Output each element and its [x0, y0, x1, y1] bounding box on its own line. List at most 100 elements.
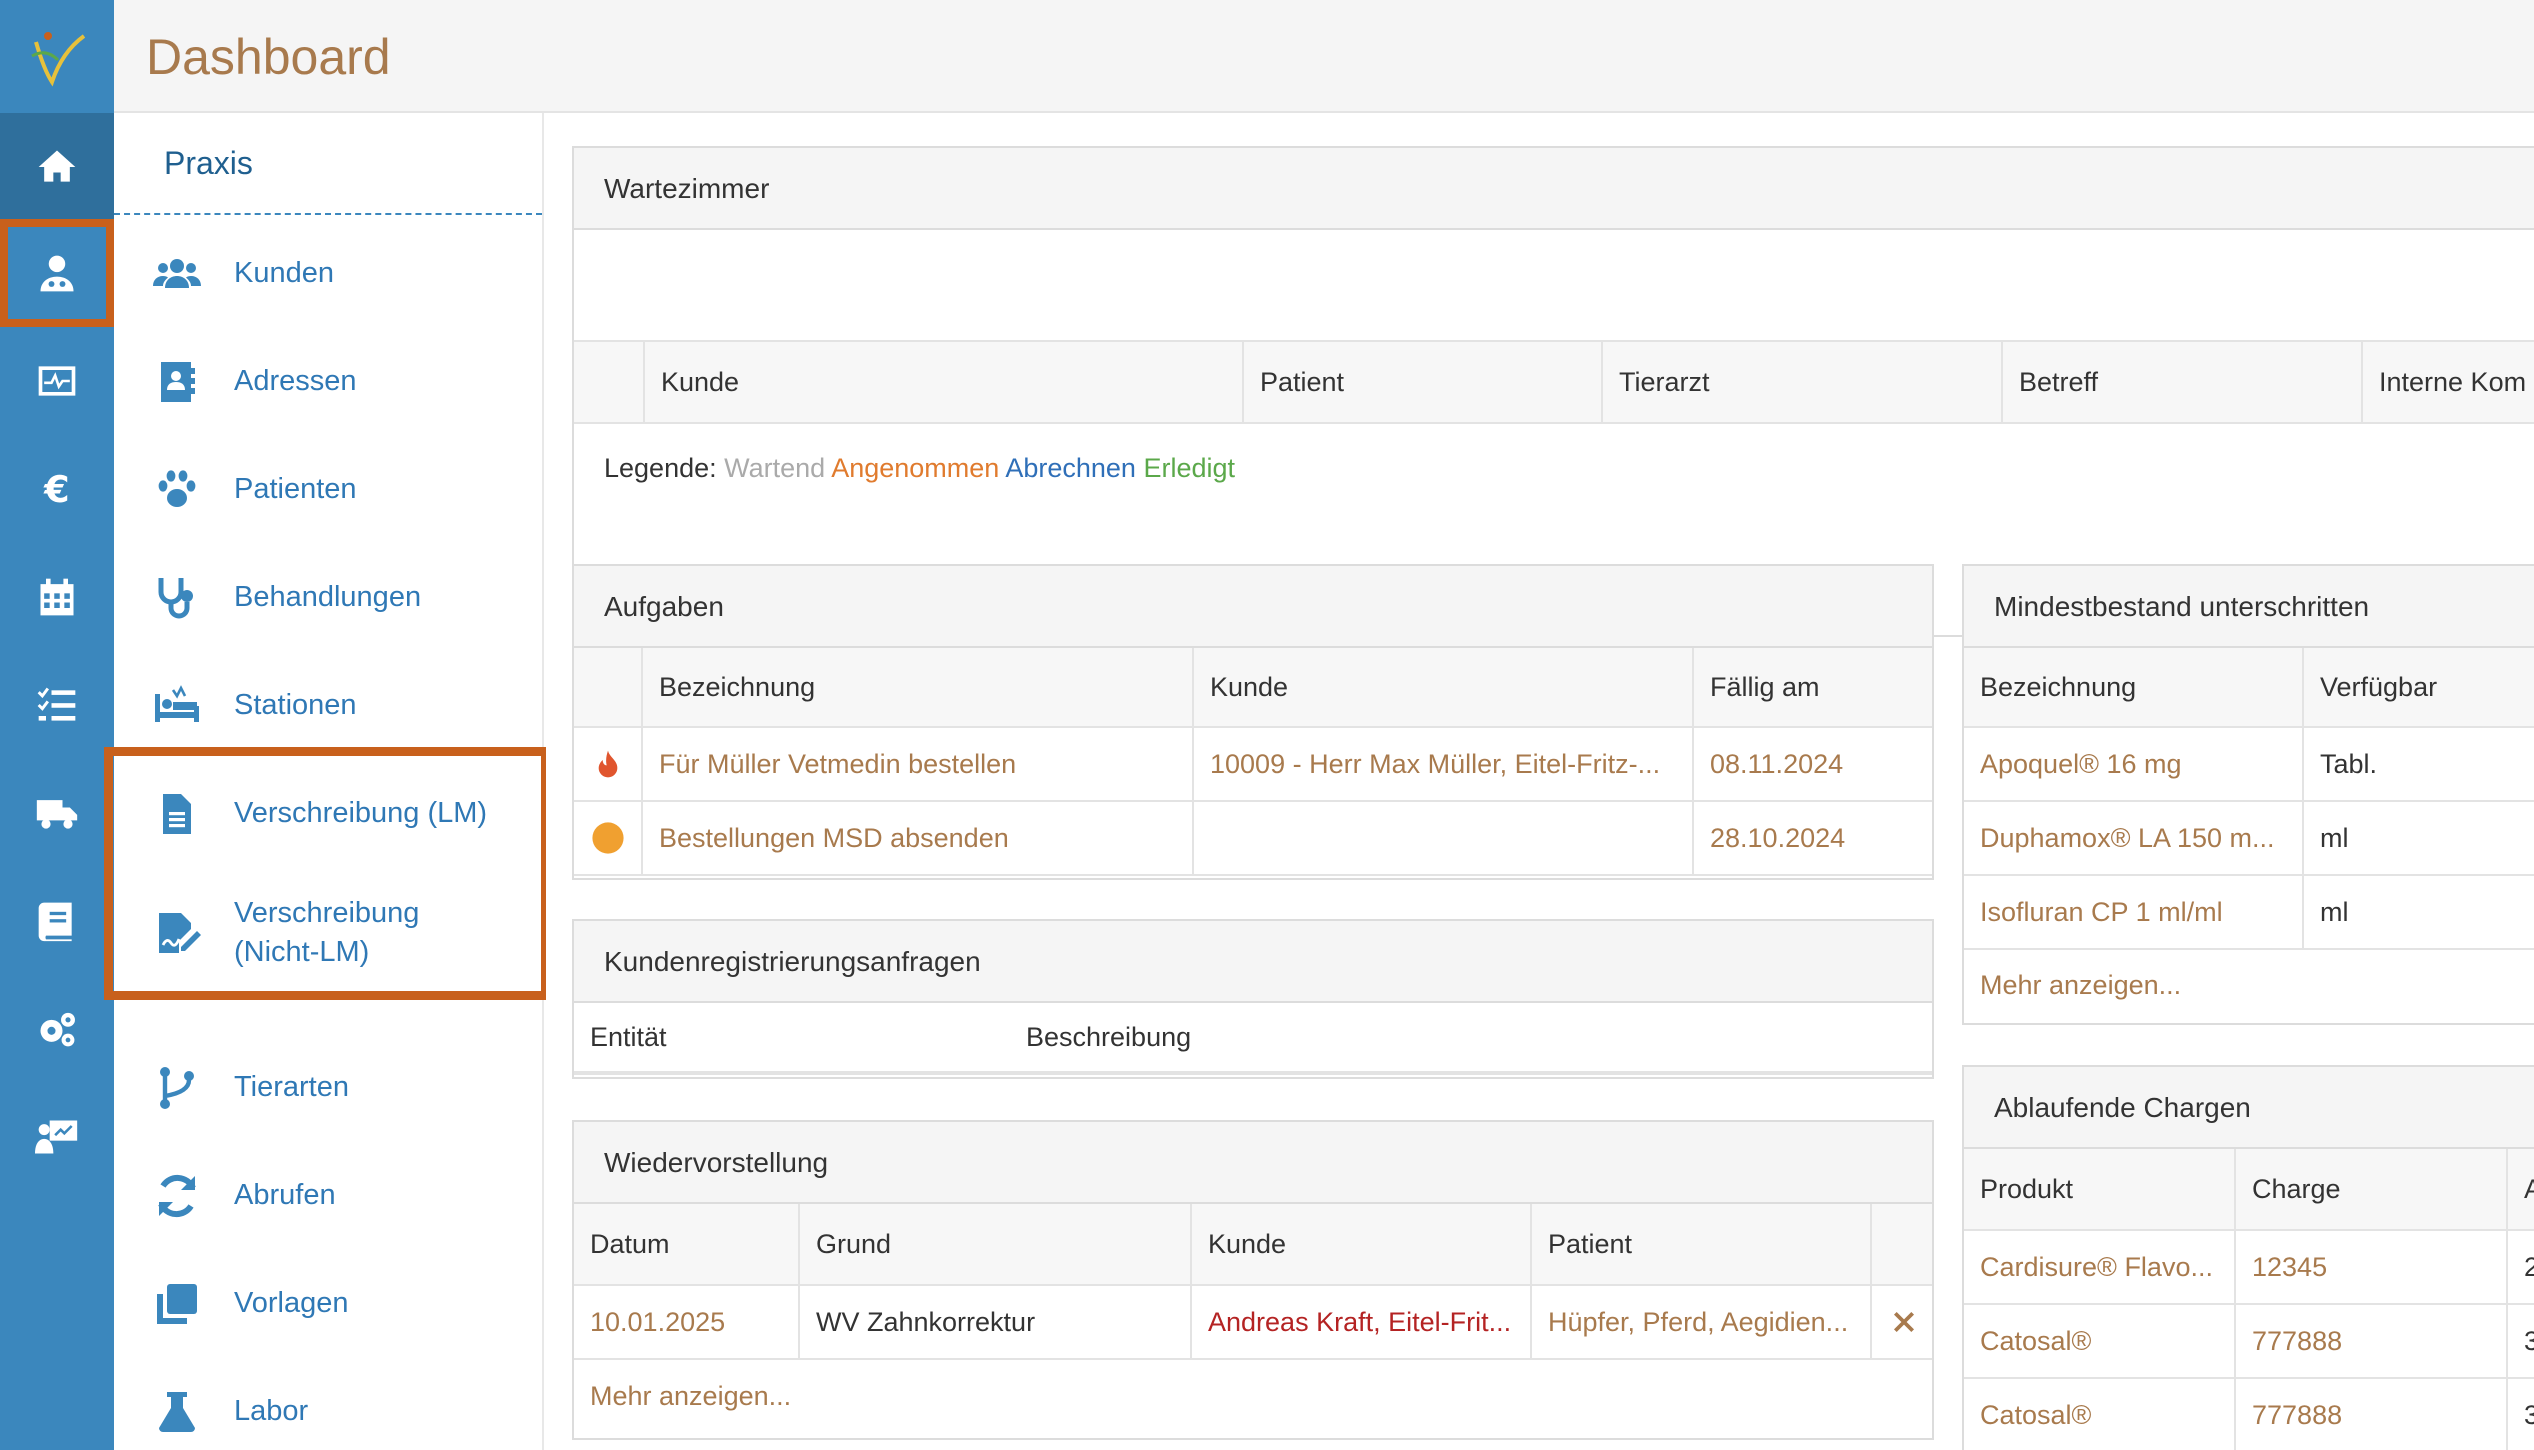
- table-row[interactable]: Cardisure® Flavo... 12345 2: [1964, 1231, 2534, 1305]
- column-header[interactable]: Bezeichnung: [1964, 648, 2304, 726]
- product-name[interactable]: Isofluran CP 1 ml/ml: [1964, 876, 2304, 948]
- submenu-item-patienten[interactable]: Patienten: [114, 436, 542, 544]
- panel-mindestbestand: Mindestbestand unterschritten Bezeichnun…: [1962, 564, 2534, 1025]
- submenu-label: Tierarten: [234, 1071, 349, 1104]
- recall-date[interactable]: 10.01.2025: [574, 1286, 800, 1358]
- table-header: Bezeichnung Verfügbar: [1964, 648, 2534, 728]
- task-name[interactable]: Bestellungen MSD absenden: [643, 802, 1194, 874]
- legend-erledigt: Erledigt: [1143, 453, 1235, 483]
- nav-home[interactable]: [0, 113, 114, 221]
- table-row[interactable]: Catosal® 777888 3: [1964, 1305, 2534, 1379]
- panel-title: Kundenregistrierungsanfragen: [574, 921, 1932, 1003]
- flame-icon: [598, 750, 617, 778]
- legend-abrechnen: Abrechnen: [1005, 453, 1136, 483]
- nav-settings[interactable]: [0, 975, 114, 1083]
- address-book-icon: [161, 362, 195, 402]
- nav-book[interactable]: [0, 867, 114, 975]
- product-name[interactable]: Apoquel® 16 mg: [1964, 728, 2304, 800]
- column-header[interactable]: Fällig am: [1694, 648, 1932, 726]
- panel-title: Wiedervorstellung: [574, 1122, 1932, 1204]
- column-header[interactable]: Patient: [1244, 342, 1603, 422]
- table-row[interactable]: 10.01.2025 WV Zahnkorrektur Andreas Kraf…: [574, 1286, 1932, 1360]
- app-logo[interactable]: [0, 0, 114, 113]
- submenu-label: Labor: [234, 1395, 309, 1428]
- recall-patient[interactable]: Hüpfer, Pferd, Aegidien...: [1532, 1286, 1872, 1358]
- nav-tasks[interactable]: [0, 651, 114, 759]
- task-customer[interactable]: [1194, 802, 1694, 874]
- column-header[interactable]: Datum: [574, 1204, 800, 1284]
- submenu-item-abrufen[interactable]: Abrufen: [114, 1142, 542, 1250]
- delete-button[interactable]: [1872, 1286, 1932, 1358]
- batch-number[interactable]: 12345: [2236, 1231, 2508, 1303]
- column-header[interactable]: Betreff: [2003, 342, 2363, 422]
- recall-customer[interactable]: Andreas Kraft, Eitel-Frit...: [1192, 1286, 1532, 1358]
- product-name[interactable]: Duphamox® LA 150 m...: [1964, 802, 2304, 874]
- batch-number[interactable]: 777888: [2236, 1305, 2508, 1377]
- paw-icon: [158, 470, 196, 507]
- nav-presentation[interactable]: [0, 1083, 114, 1191]
- more-link[interactable]: Mehr anzeigen...: [1980, 970, 2181, 1001]
- column-header[interactable]: Produkt: [1964, 1149, 2236, 1229]
- column-header[interactable]: Kunde: [1192, 1204, 1532, 1284]
- product-name[interactable]: Catosal®: [1964, 1305, 2236, 1377]
- nav-calendar[interactable]: [0, 543, 114, 651]
- column-header[interactable]: Patient: [1532, 1204, 1872, 1284]
- task-due: 28.10.2024: [1710, 822, 1846, 853]
- submenu-item-tierarten[interactable]: Tierarten: [114, 1034, 542, 1142]
- submenu-item-stationen[interactable]: Stationen: [114, 652, 542, 760]
- legend-wartend: Wartend: [724, 453, 826, 483]
- doctor-icon: [40, 255, 74, 292]
- nav-monitor[interactable]: [0, 327, 114, 435]
- column-header[interactable]: Tierarzt: [1603, 342, 2003, 422]
- table-row[interactable]: Für Müller Vetmedin bestellen 10009 - He…: [574, 728, 1932, 802]
- presentation-icon: [35, 1120, 78, 1154]
- flask-icon: [159, 1392, 195, 1432]
- column-header[interactable]: Kunde: [1194, 648, 1694, 726]
- column-header[interactable]: Charge: [2236, 1149, 2508, 1229]
- submenu-item-kunden[interactable]: Kunden: [114, 220, 542, 328]
- legend-label: Legende:: [604, 453, 717, 483]
- column-header[interactable]: Interne Kom: [2363, 342, 2534, 422]
- stethoscope-icon: [158, 578, 193, 619]
- submenu-label: Patienten: [234, 473, 357, 506]
- table-header: Datum Grund Kunde Patient: [574, 1204, 1932, 1286]
- product-name[interactable]: Cardisure® Flavo...: [1964, 1231, 2236, 1303]
- nav-praxis[interactable]: [0, 219, 114, 327]
- column-header-blank: [574, 342, 645, 422]
- calendar-icon: [40, 578, 74, 616]
- panel-kundenregistrierung: Kundenregistrierungsanfragen Entität Bes…: [572, 919, 1934, 1079]
- batch-extra: 3: [2508, 1305, 2534, 1377]
- column-header-blank: [1872, 1204, 1932, 1284]
- table-row[interactable]: Catosal® 777888 3: [1964, 1379, 2534, 1450]
- table-row[interactable]: Isofluran CP 1 ml/ml ml: [1964, 876, 2534, 950]
- column-header[interactable]: Entität: [574, 1003, 1024, 1071]
- recall-reason: WV Zahnkorrektur: [800, 1286, 1192, 1358]
- column-header[interactable]: Verfügbar: [2304, 648, 2534, 726]
- table-header: Kunde Patient Tierarzt Betreff Interne K…: [574, 340, 2534, 424]
- batch-number[interactable]: 777888: [2236, 1379, 2508, 1450]
- submenu-item-adressen[interactable]: Adressen: [114, 328, 542, 436]
- nav-finance[interactable]: €: [0, 435, 114, 543]
- column-header[interactable]: Kunde: [645, 342, 1244, 422]
- product-name[interactable]: Catosal®: [1964, 1379, 2236, 1450]
- task-name[interactable]: Für Müller Vetmedin bestellen: [643, 728, 1194, 800]
- submenu-label: Stationen: [234, 689, 357, 722]
- column-header[interactable]: A: [2508, 1149, 2534, 1229]
- table-row[interactable]: Bestellungen MSD absenden 28.10.2024: [574, 802, 1932, 876]
- column-header[interactable]: Beschreibung: [1010, 1003, 1610, 1071]
- panel-wiedervorstellung: Wiedervorstellung Datum Grund Kunde Pati…: [572, 1120, 1934, 1440]
- table-row[interactable]: Duphamox® LA 150 m... ml: [1964, 802, 2534, 876]
- panel-chargen: Ablaufende Chargen Produkt Charge A Card…: [1962, 1065, 2534, 1450]
- legend: Legende: Wartend Angenommen Abrechnen Er…: [604, 453, 1235, 484]
- column-header[interactable]: Grund: [800, 1204, 1192, 1284]
- submenu-item-vorlagen[interactable]: Vorlagen: [114, 1250, 542, 1358]
- column-header[interactable]: Bezeichnung: [643, 648, 1194, 726]
- task-customer[interactable]: 10009 - Herr Max Müller, Eitel-Fritz-...: [1194, 728, 1694, 800]
- more-link[interactable]: Mehr anzeigen...: [590, 1381, 791, 1412]
- table-row[interactable]: Apoquel® 16 mg Tabl.: [1964, 728, 2534, 802]
- submenu-item-behandlungen[interactable]: Behandlungen: [114, 544, 542, 652]
- submenu-item-labor[interactable]: Labor: [114, 1358, 542, 1450]
- bed-icon: [155, 685, 199, 722]
- submenu-title: Praxis: [164, 145, 253, 181]
- nav-delivery[interactable]: [0, 759, 114, 867]
